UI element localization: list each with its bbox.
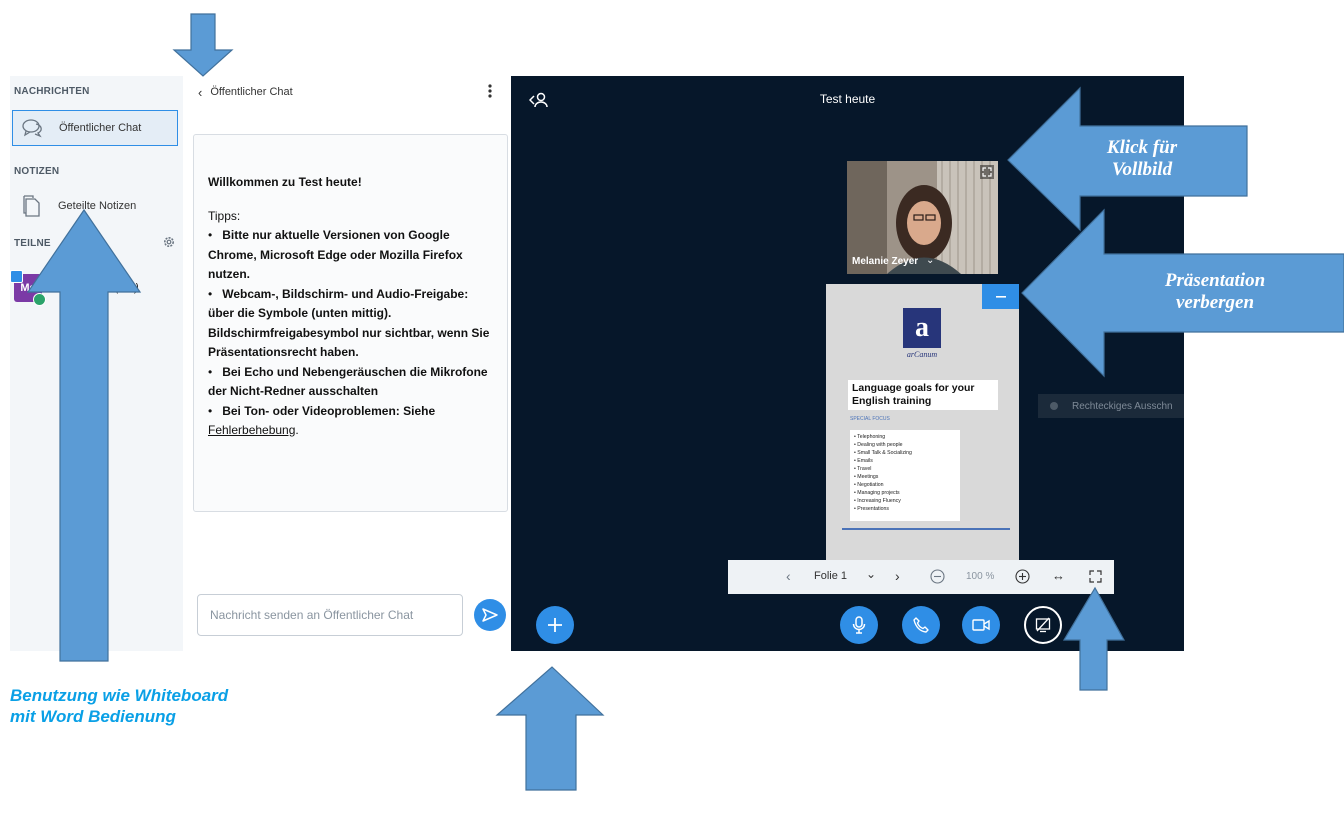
annotation-hide-presentation-text: Präsentation verbergen [1164, 270, 1266, 313]
annotation-fullscreen-text: Klick für Vollbild [1106, 137, 1178, 180]
whiteboard-usage-note: Benutzung wie Whiteboard mit Word Bedien… [10, 686, 229, 726]
